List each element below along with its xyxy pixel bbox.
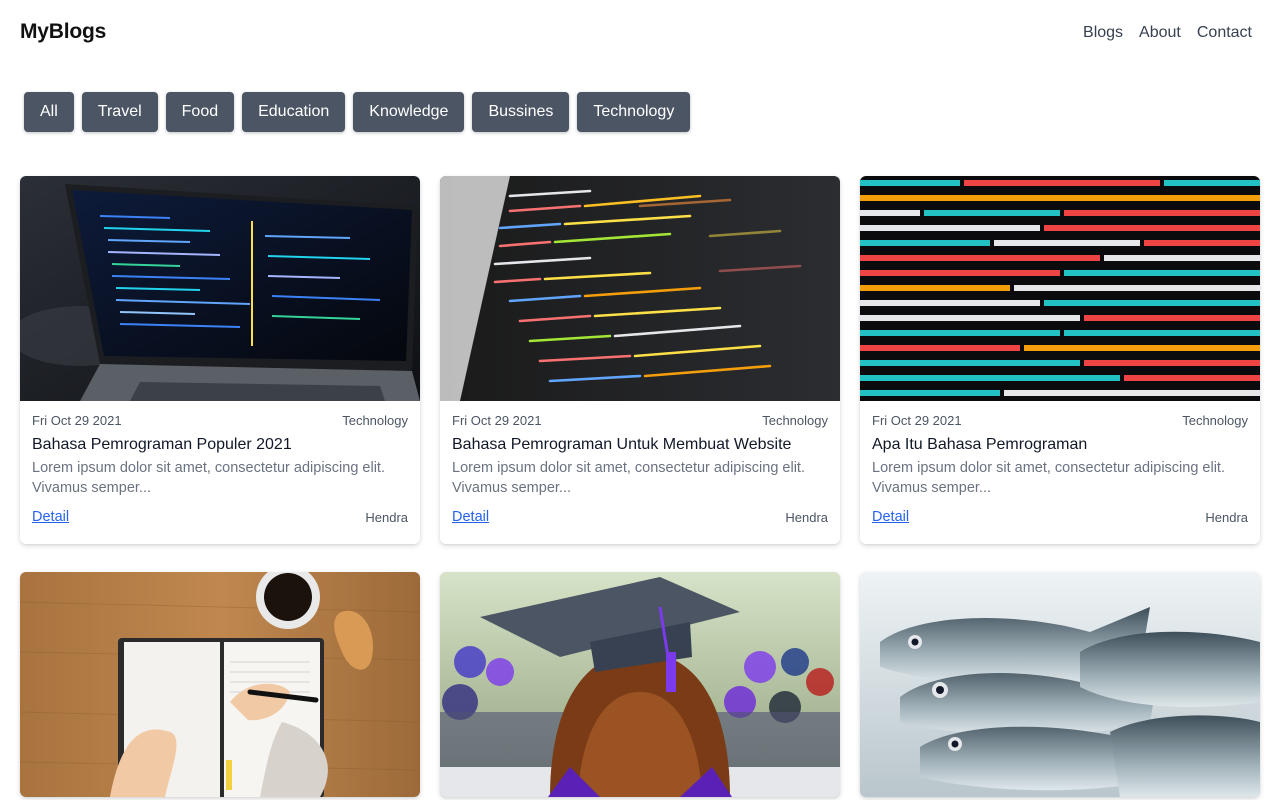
filter-technology-button[interactable]: Technology [577, 92, 691, 132]
blog-grid: Fri Oct 29 2021 Technology Bahasa Pemrog… [20, 176, 1260, 797]
filter-education-button[interactable]: Education [242, 92, 346, 132]
post-excerpt: Lorem ipsum dolor sit amet, consectetur … [872, 460, 1225, 496]
filter-knowledge-button[interactable]: Knowledge [353, 92, 465, 132]
blog-card [20, 572, 420, 797]
blog-card: Fri Oct 29 2021 Technology Bahasa Pemrog… [20, 176, 420, 544]
fish-image[interactable] [860, 572, 1260, 797]
post-title[interactable]: Bahasa Pemrograman Untuk Membuat Website [452, 436, 828, 454]
card-meta: Fri Oct 29 2021 Technology [32, 413, 408, 428]
card-footer: Detail Hendra [32, 509, 408, 525]
post-author: Hendra [785, 509, 828, 525]
post-title[interactable]: Bahasa Pemrograman Populer 2021 [32, 436, 408, 454]
blog-card [860, 572, 1260, 797]
nav-link-contact[interactable]: Contact [1197, 24, 1252, 42]
post-category: Technology [342, 413, 408, 428]
blog-card [440, 572, 840, 797]
post-date: Fri Oct 29 2021 [452, 413, 542, 428]
laptop-code-image[interactable] [20, 176, 420, 401]
navbar: MyBlogs Blogs About Contact [0, 0, 1280, 68]
nav-links: Blogs About Contact [1083, 24, 1252, 42]
code-screen-image[interactable] [440, 176, 840, 401]
post-date: Fri Oct 29 2021 [872, 413, 962, 428]
filter-travel-button[interactable]: Travel [81, 92, 158, 132]
blog-card: Fri Oct 29 2021 Technology Apa Itu Bahas… [860, 176, 1260, 544]
nav-link-blogs[interactable]: Blogs [1083, 24, 1123, 42]
nav-link-about[interactable]: About [1139, 24, 1181, 42]
filter-bussines-button[interactable]: Bussines [472, 92, 570, 132]
post-category: Technology [1182, 413, 1248, 428]
javascript-code-image[interactable] [860, 176, 1260, 401]
filter-all-button[interactable]: All [24, 92, 74, 132]
card-meta: Fri Oct 29 2021 Technology [872, 413, 1248, 428]
card-footer: Detail Hendra [452, 509, 828, 525]
detail-link[interactable]: Detail [32, 509, 69, 525]
post-author: Hendra [1205, 509, 1248, 525]
category-filter-bar: All Travel Food Education Knowledge Buss… [24, 92, 691, 132]
detail-link[interactable]: Detail [452, 509, 489, 525]
blog-card: Fri Oct 29 2021 Technology Bahasa Pemrog… [440, 176, 840, 544]
card-meta: Fri Oct 29 2021 Technology [452, 413, 828, 428]
post-title[interactable]: Apa Itu Bahasa Pemrograman [872, 436, 1248, 454]
notebook-writing-image[interactable] [20, 572, 420, 797]
detail-link[interactable]: Detail [872, 509, 909, 525]
post-category: Technology [762, 413, 828, 428]
filter-food-button[interactable]: Food [165, 92, 235, 132]
card-body: Fri Oct 29 2021 Technology Apa Itu Bahas… [860, 401, 1260, 544]
card-body: Fri Oct 29 2021 Technology Bahasa Pemrog… [440, 401, 840, 544]
post-date: Fri Oct 29 2021 [32, 413, 122, 428]
post-excerpt: Lorem ipsum dolor sit amet, consectetur … [452, 460, 805, 496]
brand-logo[interactable]: MyBlogs [20, 20, 106, 44]
post-excerpt: Lorem ipsum dolor sit amet, consectetur … [32, 460, 385, 496]
card-body: Fri Oct 29 2021 Technology Bahasa Pemrog… [20, 401, 420, 544]
post-author: Hendra [365, 509, 408, 525]
card-footer: Detail Hendra [872, 509, 1248, 525]
graduation-cap-image[interactable] [440, 572, 840, 797]
